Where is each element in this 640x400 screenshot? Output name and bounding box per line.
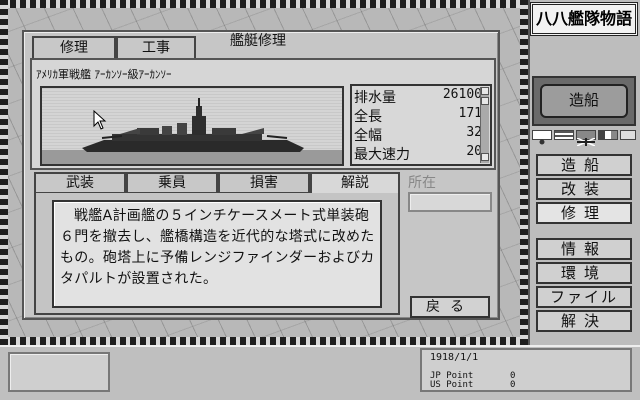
tab-armament[interactable]: 武装 — [34, 172, 126, 194]
battleship-silhouette-icon — [42, 98, 342, 164]
description-text: 戦艦A計画艦の５インチケースメート式単装砲６門を撤去し、艦橋構造を近代的な塔式に… — [60, 208, 375, 287]
film-strip-left — [0, 0, 8, 345]
scroll-up-icon[interactable] — [481, 87, 489, 95]
us-point-label: US Point — [430, 380, 474, 390]
usa-flag-icon[interactable] — [554, 130, 574, 140]
stat-row-displacement: 排水量 26100 — [354, 87, 482, 106]
stat-label: 全長 — [354, 109, 382, 125]
us-point-row: US Point 0 — [430, 380, 520, 390]
britain-flag-icon[interactable] — [576, 130, 596, 147]
scroll-down-icon[interactable] — [481, 153, 489, 161]
menu-shipbuilding[interactable]: 造船 — [536, 154, 632, 176]
description-box: 戦艦A計画艦の５インチケースメート式単装砲６門を撤去し、艦橋構造を近代的な塔式に… — [52, 200, 382, 308]
dialog-title: 艦艇修理 — [230, 33, 286, 49]
mouse-pointer-icon — [93, 109, 107, 134]
game-title: 八八艦隊物語 — [530, 2, 638, 36]
stat-label: 全幅 — [354, 128, 382, 144]
menu-environment[interactable]: 環境 — [536, 262, 632, 284]
menu-file[interactable]: ファイル — [536, 286, 632, 308]
stat-row-beam: 全幅 32 — [354, 125, 482, 144]
scroll-thumb[interactable] — [481, 97, 489, 105]
tab-construction[interactable]: 工事 — [116, 36, 196, 58]
menu-info[interactable]: 情報 — [536, 238, 632, 260]
location-label: 所在 — [408, 175, 436, 191]
ship-stats-list: 排水量 26100 全長 171 全幅 32 最大速力 20 — [350, 84, 492, 166]
film-strip-right — [520, 0, 528, 345]
location-field — [408, 192, 492, 212]
stat-value: 171 — [458, 106, 482, 121]
shipbuilding-mode-button[interactable]: 造船 — [540, 84, 628, 118]
game-date: 1918/1/1 — [430, 352, 479, 363]
tab-repair[interactable]: 修理 — [32, 36, 116, 58]
japan-flag-icon[interactable] — [532, 130, 552, 145]
stat-label: 最大速力 — [354, 147, 410, 163]
tab-crew[interactable]: 乗員 — [126, 172, 218, 194]
tab-damage[interactable]: 損害 — [218, 172, 310, 194]
menu-refit[interactable]: 改装 — [536, 178, 632, 200]
ship-image — [40, 86, 344, 166]
stat-value: 26100 — [442, 87, 482, 102]
tab-description[interactable]: 解説 — [310, 172, 400, 194]
menu-resolve[interactable]: 解決 — [536, 310, 632, 332]
back-button[interactable]: 戻る — [410, 296, 490, 318]
france-flag-icon[interactable] — [598, 130, 618, 140]
menu-repair[interactable]: 修理 — [536, 202, 632, 224]
stat-label: 排水量 — [354, 90, 396, 106]
stat-row-length: 全長 171 — [354, 106, 482, 125]
us-point-value: 0 — [510, 380, 516, 390]
stats-scrollbar[interactable] — [480, 87, 489, 163]
stat-row-max-speed: 最大速力 20 — [354, 144, 482, 163]
ship-type-label: ｱﾒﾘｶ軍戦艦 ｱｰｶﾝｿｰ級ｱｰｶﾝｿｰ — [36, 68, 172, 81]
disk-icon[interactable] — [620, 130, 636, 140]
message-box — [8, 352, 110, 392]
